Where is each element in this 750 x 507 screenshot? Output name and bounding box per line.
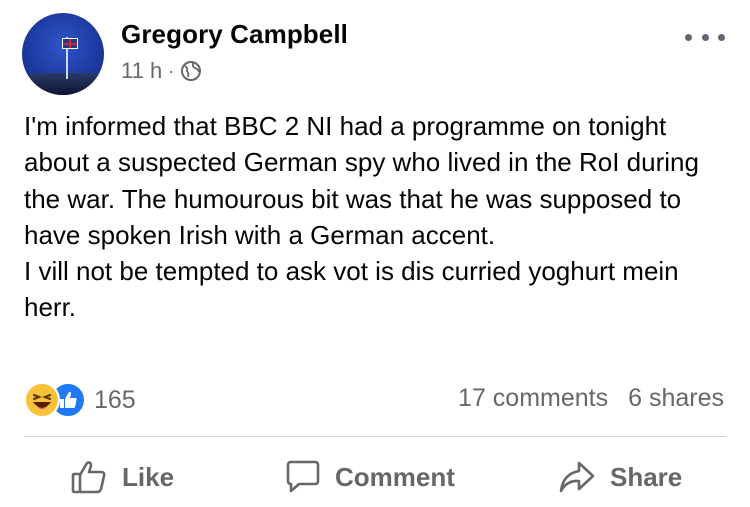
haha-reaction-icon	[24, 382, 60, 418]
post-paragraph: I vill not be tempted to ask vot is dis …	[24, 256, 679, 323]
share-icon	[559, 461, 595, 493]
share-label: Share	[610, 461, 683, 492]
more-dot	[701, 33, 709, 41]
meta-separator: ·	[168, 60, 175, 81]
avatar-flag	[62, 38, 78, 49]
post-body: I'm informed that BBC 2 NI had a program…	[24, 108, 730, 326]
comment-button[interactable]: Comment	[285, 455, 455, 499]
more-dot	[718, 33, 725, 41]
author-name[interactable]: Gregory Campbell	[121, 19, 348, 50]
post-meta: 11 h ·	[121, 58, 202, 84]
like-button[interactable]: Like	[70, 455, 174, 499]
avatar[interactable]	[22, 13, 104, 95]
share-button[interactable]: Share	[558, 455, 682, 499]
avatar-ground	[22, 73, 104, 95]
like-label: Like	[122, 461, 175, 492]
post-timestamp[interactable]: 11 h	[121, 58, 162, 84]
more-dot	[685, 33, 692, 41]
divider	[24, 436, 726, 437]
comment-label: Comment	[335, 461, 455, 492]
comments-count[interactable]: 17 comments	[458, 384, 608, 413]
comment-icon	[286, 460, 320, 493]
shares-count[interactable]: 6 shares	[628, 384, 724, 413]
reaction-count[interactable]: 165	[94, 386, 136, 415]
engagement-stats: 17 comments 6 shares	[458, 384, 724, 413]
globe-icon[interactable]	[180, 60, 202, 82]
like-icon	[71, 461, 106, 494]
reactions-summary[interactable]: 165	[24, 382, 136, 418]
post-paragraph: I'm informed that BBC 2 NI had a program…	[24, 111, 699, 250]
more-options-icon[interactable]	[685, 22, 725, 52]
